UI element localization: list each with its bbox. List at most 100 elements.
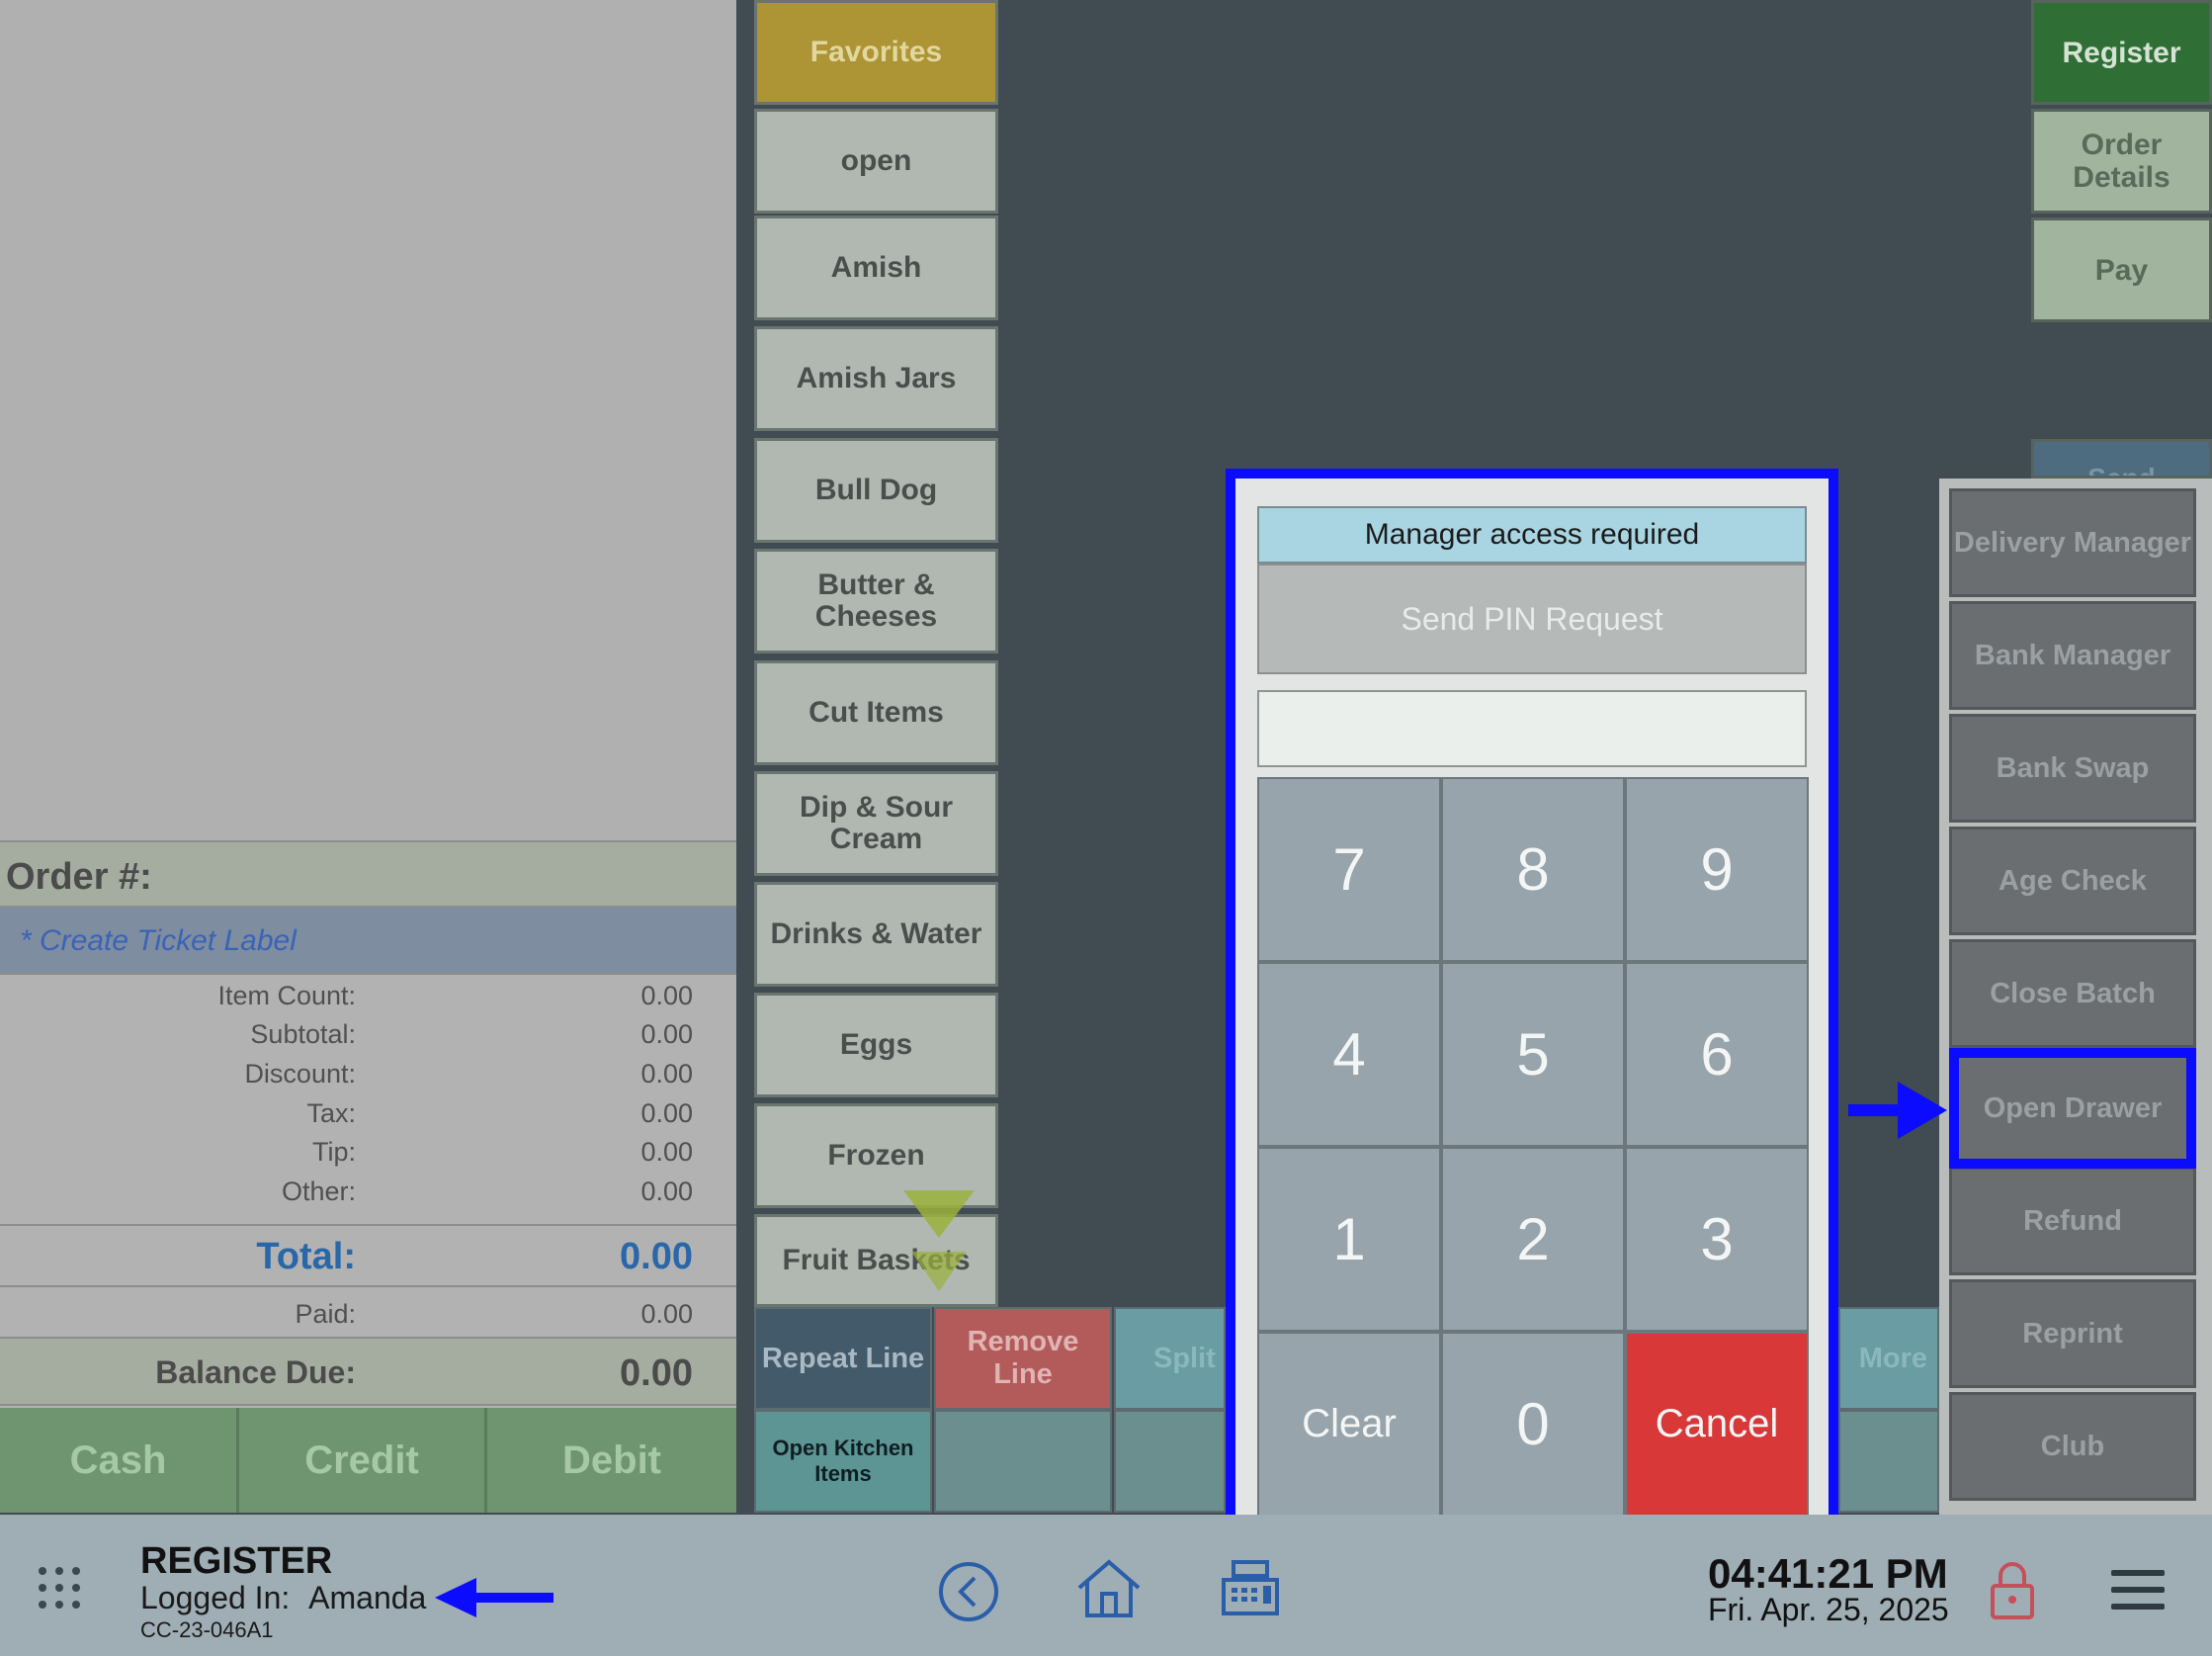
tender-buttons: Cash Credit Debit	[0, 1408, 736, 1513]
more-button[interactable]: More	[1838, 1307, 1939, 1410]
key-0[interactable]: 0	[1441, 1332, 1625, 1517]
open-drawer-highlight	[1949, 1048, 2196, 1169]
age-check-button[interactable]: Age Check	[1949, 827, 2196, 935]
tip-row: Tip: 0.00	[0, 1131, 736, 1171]
tip-value: 0.00	[640, 1137, 693, 1167]
cancel-button[interactable]: Cancel	[1625, 1332, 1809, 1517]
balance-due-label: Balance Due:	[155, 1354, 356, 1390]
key-3[interactable]: 3	[1625, 1147, 1809, 1332]
item-count-row: Item Count: 0.00	[0, 975, 736, 1014]
open-kitchen-items-button[interactable]: Open Kitchen Items	[754, 1410, 932, 1513]
order-items-list[interactable]	[0, 0, 736, 840]
key-4[interactable]: 4	[1257, 962, 1441, 1147]
paid-row: Paid: 0.00	[0, 1287, 736, 1339]
remove-line-button[interactable]: Remove Line	[934, 1307, 1112, 1410]
discount-row: Discount: 0.00	[0, 1053, 736, 1092]
logged-in-info: Logged In: Amanda	[140, 1580, 426, 1616]
register-tab[interactable]: Register	[2031, 0, 2212, 105]
category-cut-items[interactable]: Cut Items	[754, 660, 998, 765]
key-1[interactable]: 1	[1257, 1147, 1441, 1332]
key-9[interactable]: 9	[1625, 777, 1809, 962]
paid-value: 0.00	[640, 1299, 693, 1329]
category-drinks-water[interactable]: Drinks & Water	[754, 882, 998, 987]
clock-time: 04:41:21 PM	[1708, 1550, 1948, 1597]
key-7[interactable]: 7	[1257, 777, 1441, 962]
create-ticket-label-button[interactable]: * Create Ticket Label	[0, 908, 736, 975]
category-open[interactable]: open	[754, 109, 998, 214]
order-number-bar: Order #:	[0, 840, 736, 908]
club-button[interactable]: Club	[1949, 1392, 2196, 1501]
subtotal-label: Subtotal:	[250, 1019, 356, 1049]
pin-input[interactable]	[1257, 690, 1807, 767]
scroll-down-icon[interactable]	[899, 1186, 978, 1295]
category-dip-sour-cream[interactable]: Dip & Sour Cream	[754, 771, 998, 876]
order-totals: Item Count: 0.00 Subtotal: 0.00 Discount…	[0, 975, 736, 1224]
bank-swap-button[interactable]: Bank Swap	[1949, 714, 2196, 823]
close-batch-button[interactable]: Close Batch	[1949, 939, 2196, 1048]
bank-manager-button[interactable]: Bank Manager	[1949, 601, 2196, 710]
order-details-tab[interactable]: Order Details	[2031, 109, 2212, 214]
clock-date: Fri. Apr. 25, 2025	[1708, 1592, 1949, 1627]
subtotal-row: Subtotal: 0.00	[0, 1013, 736, 1053]
key-8[interactable]: 8	[1441, 777, 1625, 962]
debit-button[interactable]: Debit	[487, 1408, 736, 1513]
other-row: Other: 0.00	[0, 1171, 736, 1210]
empty-function-slot	[1838, 1410, 1939, 1513]
create-ticket-label-text: * Create Ticket Label	[20, 924, 297, 957]
device-id: CC-23-046A1	[140, 1617, 274, 1642]
key-6[interactable]: 6	[1625, 962, 1809, 1147]
tax-row: Tax: 0.00	[0, 1092, 736, 1132]
category-amish[interactable]: Amish	[754, 216, 998, 320]
delivery-manager-button[interactable]: Delivery Manager	[1949, 488, 2196, 597]
total-value: 0.00	[620, 1236, 693, 1277]
discount-label: Discount:	[244, 1059, 356, 1089]
other-label: Other:	[281, 1177, 356, 1206]
tax-label: Tax:	[306, 1098, 356, 1128]
key-2[interactable]: 2	[1441, 1147, 1625, 1332]
discount-value: 0.00	[640, 1059, 693, 1089]
register-title: REGISTER	[140, 1540, 333, 1582]
home-icon[interactable]	[1075, 1556, 1143, 1619]
logged-in-user[interactable]: Amanda	[308, 1580, 426, 1615]
balance-due-value: 0.00	[620, 1352, 693, 1394]
reprint-button[interactable]: Reprint	[1949, 1279, 2196, 1388]
repeat-line-button[interactable]: Repeat Line	[754, 1307, 932, 1410]
category-butter-cheeses[interactable]: Butter & Cheeses	[754, 549, 998, 654]
lock-icon[interactable]	[1989, 1560, 2036, 1621]
paid-label: Paid:	[295, 1299, 356, 1329]
balance-due-row: Balance Due: 0.00	[0, 1339, 736, 1406]
category-amish-jars[interactable]: Amish Jars	[754, 326, 998, 431]
dialog-title: Manager access required	[1257, 506, 1807, 564]
arrow-left-icon	[435, 1578, 553, 1617]
total-label: Total:	[256, 1236, 356, 1277]
back-icon[interactable]	[937, 1560, 1000, 1623]
manager-pin-dialog: Manager access required Send PIN Request…	[1226, 469, 1838, 1530]
empty-function-slot	[1114, 1410, 1226, 1513]
category-bull-dog[interactable]: Bull Dog	[754, 438, 998, 543]
category-eggs[interactable]: Eggs	[754, 993, 998, 1097]
cash-button[interactable]: Cash	[0, 1408, 239, 1513]
item-count-label: Item Count:	[217, 981, 356, 1010]
refund-button[interactable]: Refund	[1949, 1167, 2196, 1275]
other-value: 0.00	[640, 1177, 693, 1206]
tip-label: Tip:	[311, 1137, 356, 1167]
key-5[interactable]: 5	[1441, 962, 1625, 1147]
total-row: Total: 0.00	[0, 1224, 736, 1287]
empty-function-slot	[934, 1410, 1112, 1513]
apps-grid-icon[interactable]	[38, 1566, 81, 1610]
category-favorites[interactable]: Favorites	[754, 0, 998, 105]
clear-button[interactable]: Clear	[1257, 1332, 1441, 1517]
item-count-value: 0.00	[640, 981, 693, 1010]
send-pin-request-button[interactable]: Send PIN Request	[1257, 564, 1807, 674]
send-button[interactable]: Send	[2031, 439, 2212, 479]
arrow-right-icon	[1848, 1082, 1947, 1139]
split-by-item-button[interactable]: Split By Item	[1114, 1307, 1226, 1410]
credit-button[interactable]: Credit	[239, 1408, 487, 1513]
hamburger-menu-icon[interactable]	[2111, 1568, 2165, 1612]
subtotal-value: 0.00	[640, 1019, 693, 1049]
tax-value: 0.00	[640, 1098, 693, 1128]
pay-tab[interactable]: Pay	[2031, 218, 2212, 322]
cash-register-icon[interactable]	[1220, 1558, 1281, 1617]
order-number-label: Order #:	[6, 856, 152, 898]
logged-in-label: Logged In:	[140, 1580, 291, 1615]
